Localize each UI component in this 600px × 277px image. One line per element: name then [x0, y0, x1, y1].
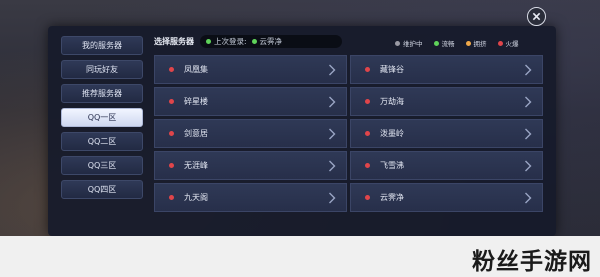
sidebar-item-qq2[interactable]: QQ二区: [61, 132, 143, 151]
server-card[interactable]: 凤凰集: [154, 55, 347, 84]
sidebar-item-qq3[interactable]: QQ三区: [61, 156, 143, 175]
server-card[interactable]: 云霁净: [350, 183, 543, 212]
status-dot-icon: [465, 40, 471, 46]
sidebar-item-qq1[interactable]: QQ一区: [61, 108, 143, 127]
status-dot-icon: [251, 39, 257, 44]
server-card[interactable]: 无涯峰: [154, 151, 347, 180]
server-card[interactable]: 万劫海: [350, 87, 543, 116]
status-dot-icon: [365, 99, 370, 104]
status-dot-icon: [497, 40, 503, 46]
chevron-right-icon: [329, 160, 336, 172]
status-dot-icon: [169, 99, 174, 104]
server-name: 凤凰集: [184, 65, 208, 74]
server-name: 云霁净: [380, 193, 404, 202]
chevron-right-icon: [329, 128, 336, 140]
chevron-right-icon: [525, 64, 532, 76]
status-dot-icon: [206, 39, 211, 44]
last-login-bar[interactable]: 上次登录: 云霁净: [200, 35, 343, 48]
status-dot-icon: [169, 131, 174, 136]
status-dot-icon: [365, 163, 370, 168]
status-dot-icon: [169, 67, 174, 72]
status-dot-icon: [365, 67, 370, 72]
server-name: 万劫海: [380, 97, 404, 106]
chevron-right-icon: [329, 64, 336, 76]
legend-maintenance: 维护中: [395, 38, 423, 48]
status-dot-icon: [365, 195, 370, 200]
server-name: 飞雪沸: [380, 161, 404, 170]
server-name: 藏锋谷: [380, 65, 404, 74]
server-card[interactable]: 碎星楼: [154, 87, 347, 116]
server-name: 九天阁: [184, 193, 208, 202]
server-name: 泼墨岭: [380, 129, 404, 138]
chevron-right-icon: [329, 96, 336, 108]
server-card[interactable]: 飞雪沸: [350, 151, 543, 180]
chevron-right-icon: [329, 192, 336, 204]
panel-header: 选择服务器 上次登录: 云霁净: [154, 35, 343, 48]
sidebar-item-recommended[interactable]: 推荐服务器: [61, 84, 143, 103]
legend-smooth: 流畅: [433, 38, 455, 48]
legend-crowded: 拥挤: [465, 38, 487, 48]
chevron-right-icon: [525, 192, 532, 204]
status-legend: 维护中 流畅 拥挤 火爆: [395, 38, 519, 48]
sidebar-item-friends[interactable]: 同玩好友: [61, 60, 143, 79]
page-title: 选择服务器: [154, 37, 194, 46]
server-name: 剑意居: [184, 129, 208, 138]
close-button[interactable]: [527, 7, 546, 26]
server-card[interactable]: 剑意居: [154, 119, 347, 148]
server-card[interactable]: 藏锋谷: [350, 55, 543, 84]
status-dot-icon: [169, 195, 174, 200]
chevron-right-icon: [525, 160, 532, 172]
server-card[interactable]: 泼墨岭: [350, 119, 543, 148]
status-dot-icon: [395, 40, 400, 46]
close-icon: [532, 12, 541, 21]
server-group-sidebar: 我的服务器 同玩好友 推荐服务器 QQ一区 QQ二区 QQ三区 QQ四区: [61, 36, 143, 204]
last-login-label: 上次登录:: [214, 37, 247, 46]
chevron-right-icon: [525, 96, 532, 108]
server-card[interactable]: 九天阁: [154, 183, 347, 212]
server-name: 碎星楼: [184, 97, 208, 106]
server-name: 无涯峰: [184, 161, 208, 170]
watermark-text: 粉丝手游网: [472, 249, 592, 275]
legend-hot: 火爆: [497, 38, 519, 48]
status-dot-icon: [433, 40, 439, 46]
server-list: 凤凰集 藏锋谷 碎星楼 万劫海 剑意居 泼墨岭 无涯峰 飞雪沸 九天阁 云霁净: [154, 55, 543, 212]
last-login-server: 云霁净: [259, 37, 283, 46]
status-dot-icon: [365, 131, 370, 136]
status-dot-icon: [169, 163, 174, 168]
chevron-right-icon: [525, 128, 532, 140]
sidebar-item-my-servers[interactable]: 我的服务器: [61, 36, 143, 55]
sidebar-item-qq4[interactable]: QQ四区: [61, 180, 143, 199]
